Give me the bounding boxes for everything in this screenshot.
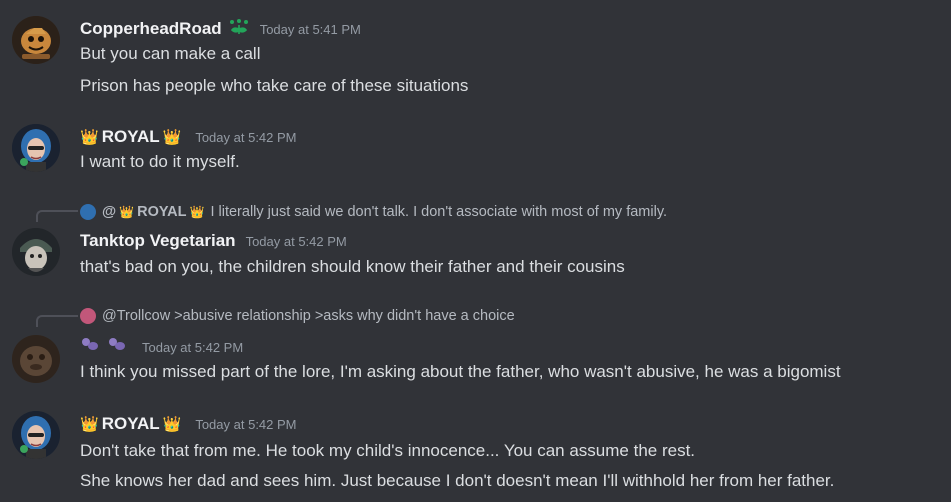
timestamp: Today at 5:42 PM bbox=[142, 339, 244, 355]
reply-spine bbox=[36, 210, 78, 222]
message-text: She knows her dad and sees him. Just bec… bbox=[80, 471, 835, 490]
reply-text: >abusive relationship >asks why didn't h… bbox=[174, 308, 515, 324]
avatar[interactable] bbox=[12, 124, 60, 172]
message-text: I think you missed part of the lore, I'm… bbox=[80, 362, 841, 381]
hooded-figure-avatar-icon bbox=[12, 228, 60, 276]
reply-mention: @Trollcow bbox=[102, 308, 171, 324]
purple-blob-icon[interactable] bbox=[80, 336, 130, 359]
pumpkin-avatar-icon bbox=[12, 16, 60, 64]
crown-icon: 👑 bbox=[162, 129, 182, 146]
message-copperheadroad: CopperheadRoad Today at 5:41 PM But you … bbox=[0, 10, 951, 105]
crown-icon: 👑 bbox=[80, 129, 99, 146]
leaf-badge-icon bbox=[228, 18, 250, 41]
avatar[interactable] bbox=[12, 335, 60, 383]
avatar[interactable] bbox=[12, 228, 60, 276]
message-royal: 👑 ROYAL 👑 Today at 5:42 PM I want to do … bbox=[0, 118, 951, 188]
reply-avatar bbox=[80, 308, 96, 324]
timestamp: Today at 5:42 PM bbox=[245, 233, 347, 249]
username[interactable]: CopperheadRoad bbox=[80, 19, 222, 39]
reply-text: I literally just said we don't talk. I d… bbox=[210, 204, 668, 220]
timestamp: Today at 5:41 PM bbox=[259, 21, 361, 37]
avatar[interactable] bbox=[12, 16, 60, 64]
blue-hair-avatar-icon bbox=[12, 411, 60, 459]
crown-icon: 👑 bbox=[162, 416, 182, 433]
reply-spine bbox=[36, 315, 78, 327]
message-royal-2: 👑 ROYAL 👑 Today at 5:42 PM Don't take th… bbox=[0, 405, 951, 502]
message-text: Don't take that from me. He took my chil… bbox=[80, 441, 696, 460]
avatar[interactable] bbox=[12, 411, 60, 459]
message-text: that's bad on you, the children should k… bbox=[80, 257, 625, 276]
crown-icon: 👑 bbox=[189, 205, 205, 219]
reply-avatar bbox=[80, 204, 96, 220]
blue-hair-avatar-icon bbox=[12, 124, 60, 172]
timestamp: Today at 5:42 PM bbox=[195, 129, 297, 145]
crown-icon: 👑 bbox=[80, 416, 99, 433]
reply-at: @ bbox=[102, 204, 117, 220]
timestamp: Today at 5:42 PM bbox=[195, 416, 297, 432]
message-text: But you can make a call bbox=[80, 44, 261, 63]
message-anonymous: @Trollcow >abusive relationship >asks wh… bbox=[0, 305, 951, 395]
reply-preview[interactable]: @Trollcow >abusive relationship >asks wh… bbox=[80, 306, 515, 326]
username[interactable]: ROYAL bbox=[102, 127, 160, 147]
message-tanktop-vegetarian: @ 👑 ROYAL 👑 I literally just said we don… bbox=[0, 200, 951, 290]
reply-preview[interactable]: @ 👑 ROYAL 👑 I literally just said we don… bbox=[80, 202, 667, 222]
username[interactable]: ROYAL bbox=[102, 414, 160, 434]
dark-creature-avatar-icon bbox=[12, 335, 60, 383]
message-text: Prison has people who take care of these… bbox=[80, 76, 469, 95]
crown-icon: 👑 bbox=[119, 205, 135, 219]
message-text: I want to do it myself. bbox=[80, 152, 240, 171]
reply-author: ROYAL bbox=[137, 204, 187, 220]
username[interactable]: Tanktop Vegetarian bbox=[80, 231, 236, 251]
